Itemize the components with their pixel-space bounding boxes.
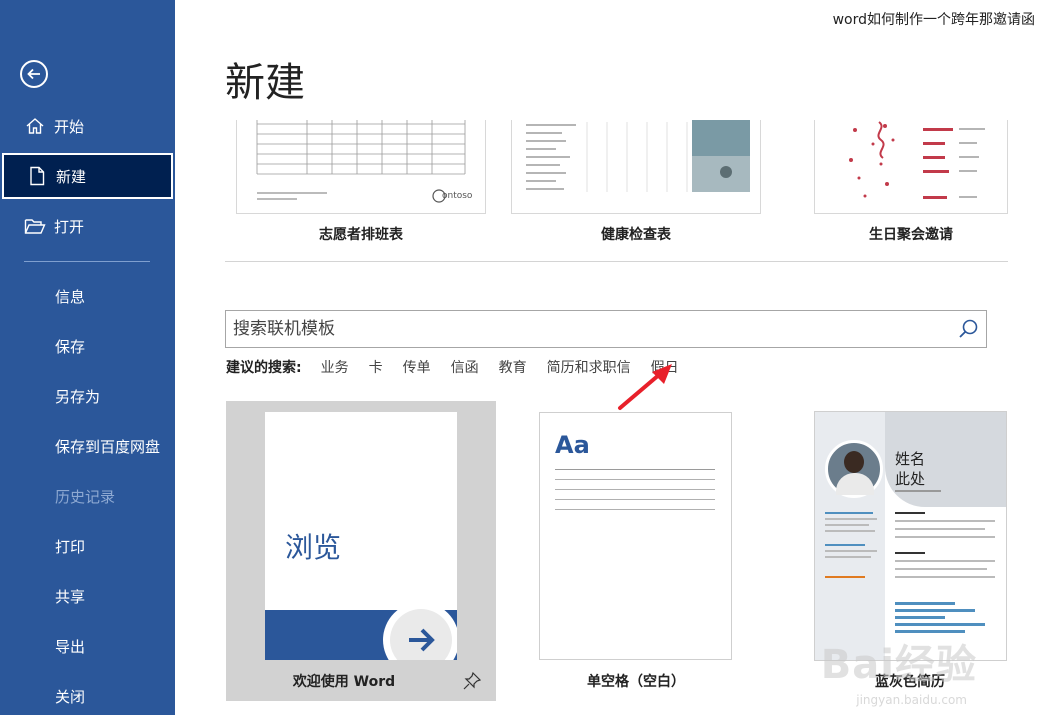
sidebar-divider [24,261,150,262]
suggested-link-flyer[interactable]: 传单 [403,357,431,377]
sidebar-item-home[interactable]: 开始 [0,103,175,149]
template-card-welcome[interactable]: 浏览 欢迎使用 Word [226,401,496,701]
sidebar-item-label: 保存 [55,337,86,356]
search-icon [959,319,978,338]
new-document-icon [26,165,48,187]
thumb-name-text: 姓名 [895,450,926,468]
page-title: 新建 [225,60,305,106]
template-card-blank[interactable]: Aa 单空格（空白） [513,401,759,701]
sidebar-item-close[interactable]: 关闭 [0,673,175,715]
sidebar-item-info[interactable]: 信息 [0,273,175,319]
resume-photo [825,440,883,498]
thumb-sub-text: 此处 [895,470,926,488]
template-search-input[interactable] [226,311,950,347]
sidebar-item-label: 共享 [55,587,86,606]
back-arrow-icon [27,68,40,80]
open-folder-icon [24,215,46,237]
template-search-box [225,310,987,348]
sidebar-item-label: 打开 [54,217,85,236]
sidebar-item-label: 新建 [56,167,87,186]
baidu-watermark: Bai经验 [820,642,977,688]
thumb-browse-text: 浏览 [285,531,342,564]
template-label-volunteer[interactable]: 志愿者排班表 [236,224,486,244]
template-label-health[interactable]: 健康检查表 [511,224,761,244]
birthday-invite-preview [849,121,985,199]
sidebar-item-export[interactable]: 导出 [0,623,175,669]
sidebar-item-label: 关闭 [55,687,86,706]
section-divider [225,261,1008,262]
sidebar-item-label: 保存到百度网盘 [55,437,161,456]
template-thumb-welcome: 浏览 [265,412,457,660]
sidebar-item-save[interactable]: 保存 [0,323,175,369]
back-button[interactable] [20,60,48,88]
template-thumb-health[interactable] [511,120,761,214]
home-icon [24,115,46,137]
sidebar-item-label: 另存为 [55,387,101,406]
sidebar-item-print[interactable]: 打印 [0,523,175,569]
sidebar-item-label: 导出 [55,637,86,656]
health-check-preview [526,120,750,192]
thumb-aa-text: Aa [555,431,590,459]
template-label-welcome: 欢迎使用 Word [292,674,396,690]
sidebar-item-history: 历史记录 [0,473,175,519]
suggested-link-card[interactable]: 卡 [369,357,383,377]
contoso-logo-text: ontoso [442,191,473,201]
sidebar-item-label: 打印 [55,537,86,556]
pin-icon[interactable] [462,671,482,691]
template-thumb-birthday[interactable] [814,120,1008,214]
sidebar-item-label: 开始 [54,117,85,136]
suggested-link-education[interactable]: 教育 [499,357,527,377]
baidu-watermark-url: jingyan.baidu.com [856,693,967,707]
sidebar-item-save-as[interactable]: 另存为 [0,373,175,419]
suggested-link-business[interactable]: 业务 [321,357,349,377]
template-thumb-blank: Aa [539,412,732,660]
template-label-birthday[interactable]: 生日聚会邀请 [814,224,1008,244]
backstage-sidebar: 开始 新建 打开 信息 保存 另存为 保存到百度网盘 历史记录 打印 共享 导出… [0,0,175,715]
template-thumb-volunteer[interactable]: ontoso [236,120,486,214]
document-title: word如何制作一个跨年那邀请函 [832,12,1035,28]
sidebar-item-share[interactable]: 共享 [0,573,175,619]
template-label-blank: 单空格（空白） [587,674,685,690]
sidebar-item-label: 信息 [55,287,86,306]
suggested-link-letter[interactable]: 信函 [451,357,479,377]
template-thumb-resume: 姓名 此处 [814,411,1007,661]
sidebar-item-label: 历史记录 [55,487,116,506]
search-button[interactable] [950,311,986,347]
suggested-searches-label: 建议的搜索: [226,360,302,376]
sidebar-item-new[interactable]: 新建 [2,153,173,199]
sidebar-item-save-to-baidu[interactable]: 保存到百度网盘 [0,423,175,469]
sidebar-item-open[interactable]: 打开 [0,203,175,249]
